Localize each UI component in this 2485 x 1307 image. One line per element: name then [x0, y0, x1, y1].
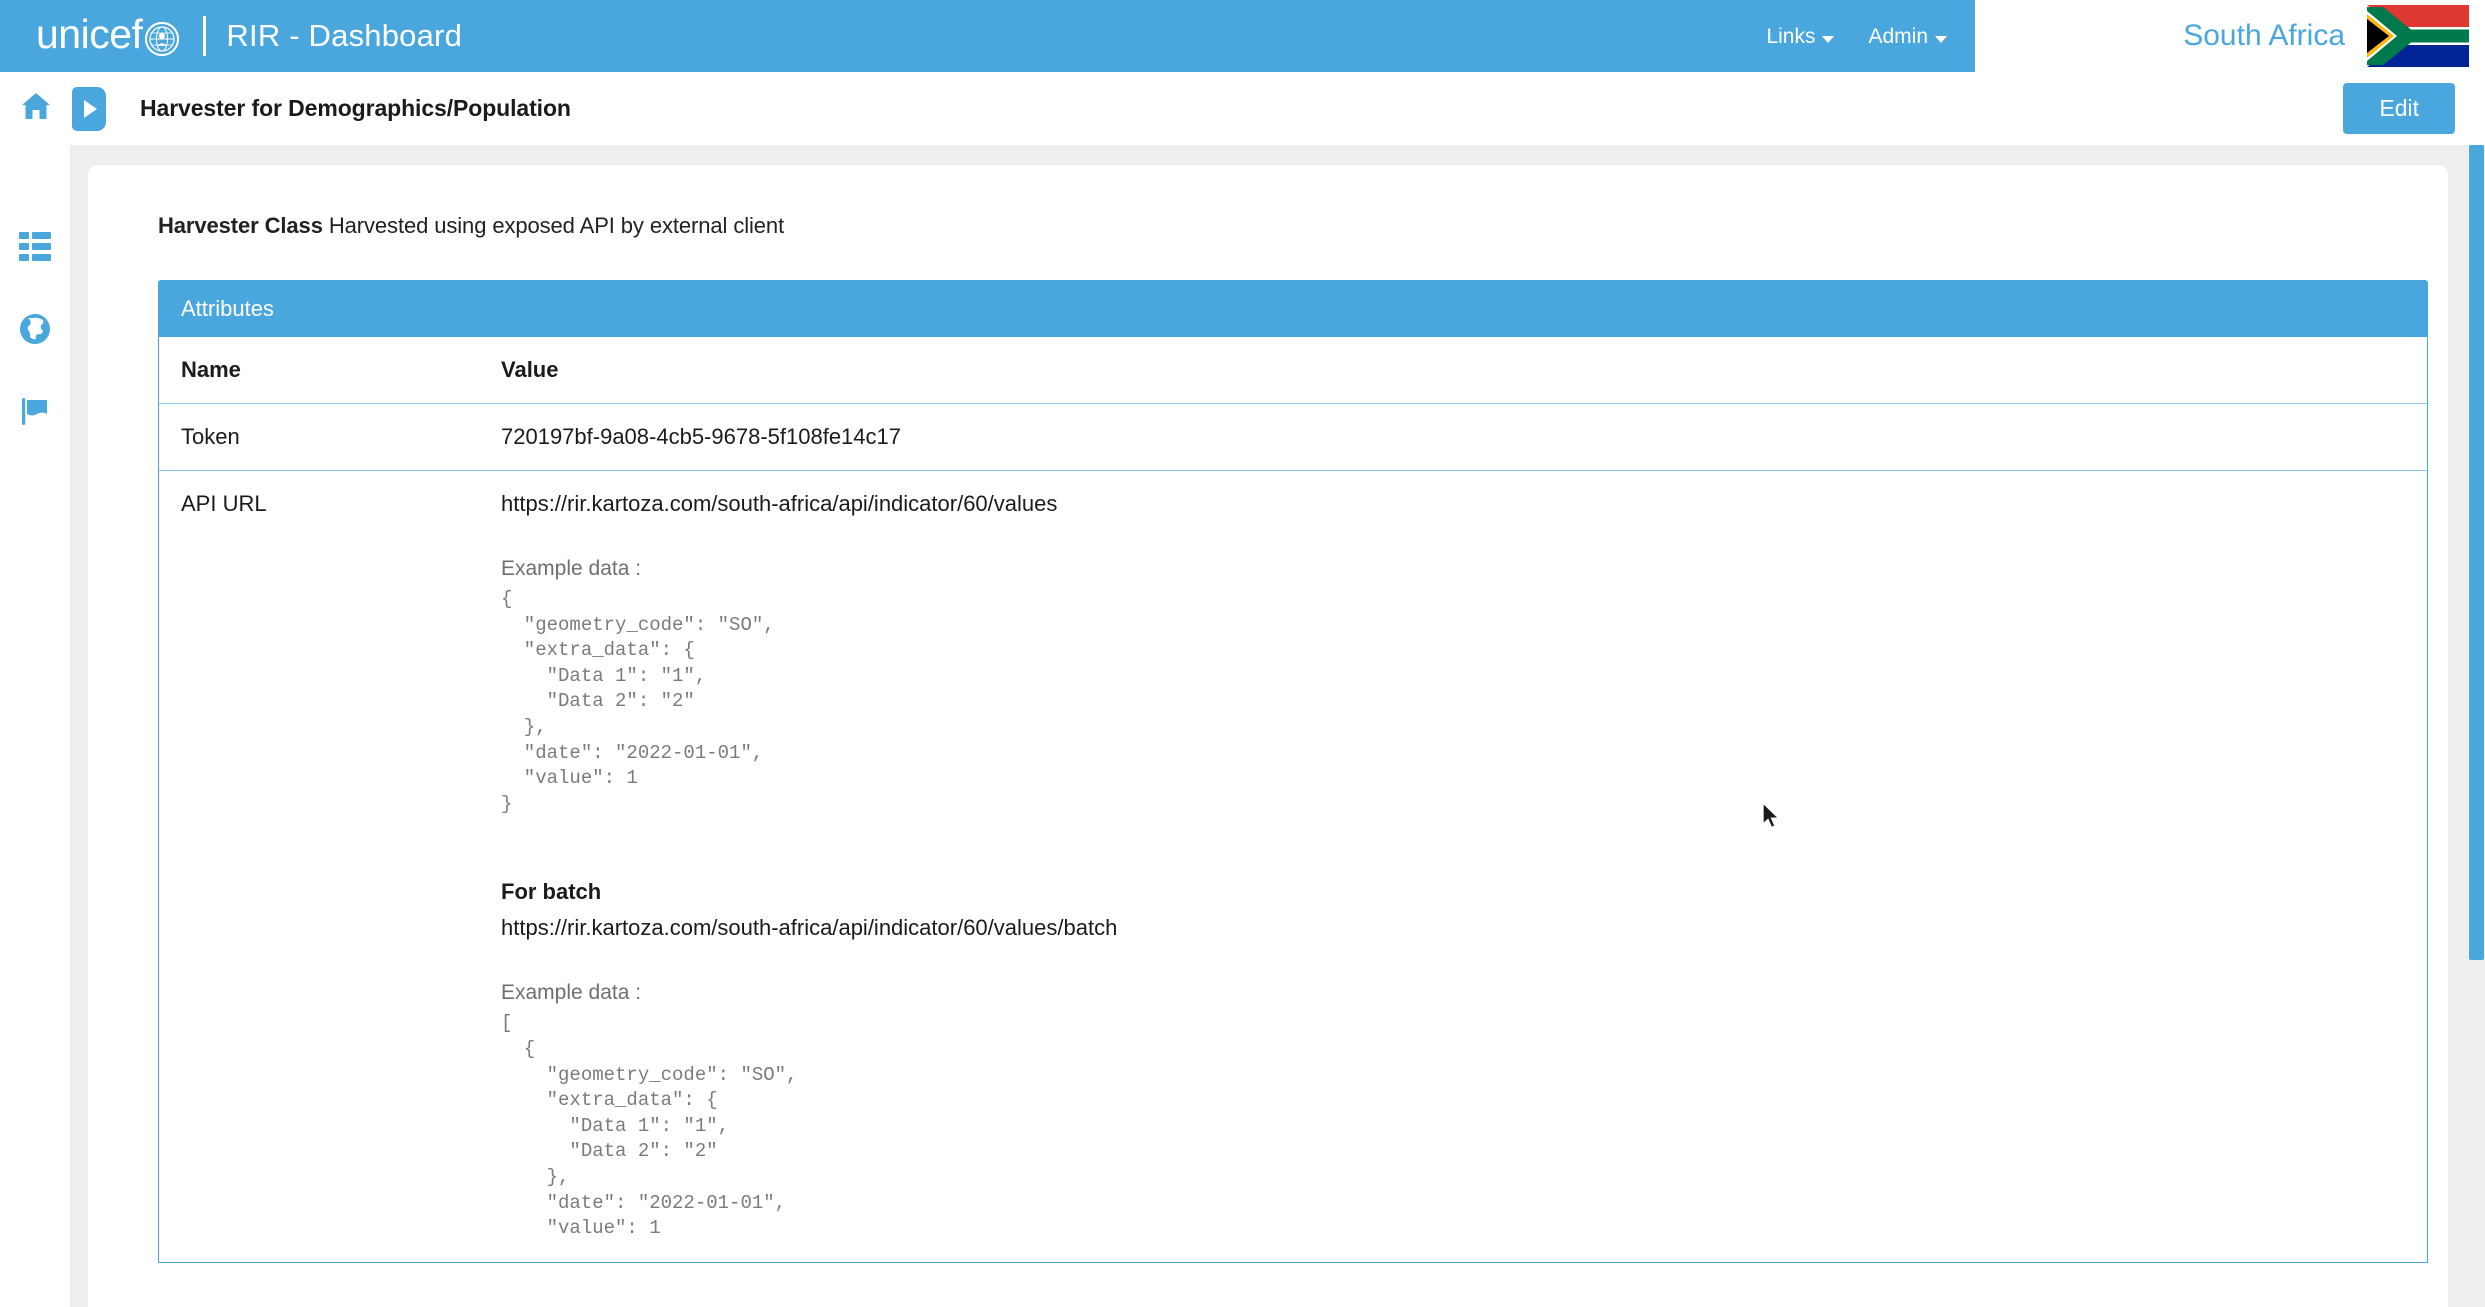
harvester-class-label: Harvester Class — [158, 213, 323, 238]
table-row-token: Token 720197bf-9a08-4cb5-9678-5f108fe14c… — [159, 403, 2427, 471]
attributes-panel-title: Attributes — [159, 281, 2427, 337]
harvester-detail-card: Harvester Class Harvested using exposed … — [88, 165, 2448, 1307]
nav-menu-links-label: Links — [1766, 25, 1816, 48]
nav-menu-admin-label: Admin — [1868, 25, 1928, 48]
page-title: Harvester for Demographics/Population — [140, 95, 571, 121]
content-area: Harvester Class Harvested using exposed … — [70, 145, 2485, 1307]
country-name-label: South Africa — [2183, 19, 2345, 52]
attributes-panel: Attributes Name Value Token 720197bf-9a0… — [158, 280, 2428, 1263]
row-value-api-url: https://rir.kartoza.com/south-africa/api… — [479, 471, 2427, 1262]
sidebar-toggle-button[interactable] — [72, 86, 106, 131]
row-label-api-url: API URL — [181, 491, 267, 516]
row-label-token: Token — [159, 403, 479, 471]
brand-divider — [203, 16, 207, 56]
country-selector[interactable]: South Africa — [1975, 0, 2485, 72]
chevron-down-icon — [1822, 35, 1835, 43]
batch-section-title: For batch — [501, 879, 602, 905]
table-header-row: Name Value — [159, 337, 2427, 404]
play-triangle-icon — [84, 99, 97, 118]
table-grid-icon — [19, 231, 51, 267]
app-title: RIR - Dashboard — [226, 18, 463, 53]
vertical-scrollbar-track[interactable] — [2468, 145, 2485, 1307]
left-sidebar — [0, 145, 70, 1307]
unicef-wordmark: unicef — [36, 10, 143, 57]
unicef-emblem-icon — [145, 22, 180, 56]
attributes-table: Name Value Token 720197bf-9a08-4cb5-9678… — [159, 337, 2427, 1262]
vertical-scrollbar-thumb[interactable] — [2469, 145, 2484, 960]
batch-example-data-label: Example data : — [501, 981, 642, 1005]
nav-menu-admin[interactable]: Admin — [1868, 25, 1947, 49]
home-icon — [21, 92, 51, 125]
sidebar-item-reference-layers[interactable] — [13, 391, 57, 435]
globe-icon — [19, 313, 51, 350]
chevron-down-icon — [1935, 35, 1947, 43]
column-header-name: Name — [159, 337, 479, 404]
example-json-batch: [ { "geometry_code": "SO", "extra_data":… — [501, 1012, 798, 1240]
sidebar-item-geography[interactable] — [13, 309, 57, 353]
navbar-menu: Links Admin — [1766, 0, 1975, 72]
harvester-class-line: Harvester Class Harvested using exposed … — [158, 213, 2408, 239]
page-toolbar: Harvester for Demographics/Population Ed… — [0, 72, 2485, 145]
top-navbar: unicef RIR - Dashboard Links Admin South… — [0, 0, 2485, 72]
example-data-label: Example data : — [501, 557, 642, 580]
south-africa-flag-icon — [2367, 5, 2469, 67]
nav-menu-links[interactable]: Links — [1766, 25, 1835, 49]
api-url-text: https://rir.kartoza.com/south-africa/api… — [501, 491, 1058, 516]
home-button[interactable] — [0, 92, 72, 125]
table-row-api-url: API URL https://rir.kartoza.com/south-af… — [159, 471, 2427, 1262]
flag-icon — [19, 395, 51, 432]
column-header-value: Value — [479, 337, 2427, 404]
batch-url-text: https://rir.kartoza.com/south-africa/api… — [501, 915, 1118, 941]
harvester-class-description: Harvested using exposed API by external … — [328, 213, 785, 238]
example-json-single: { "geometry_code": "SO", "extra_data": {… — [501, 588, 775, 815]
row-value-token: 720197bf-9a08-4cb5-9678-5f108fe14c17 — [479, 403, 2427, 471]
brand-block[interactable]: unicef RIR - Dashboard — [0, 0, 462, 72]
sidebar-item-indicators[interactable] — [13, 227, 57, 271]
edit-button[interactable]: Edit — [2343, 83, 2455, 134]
